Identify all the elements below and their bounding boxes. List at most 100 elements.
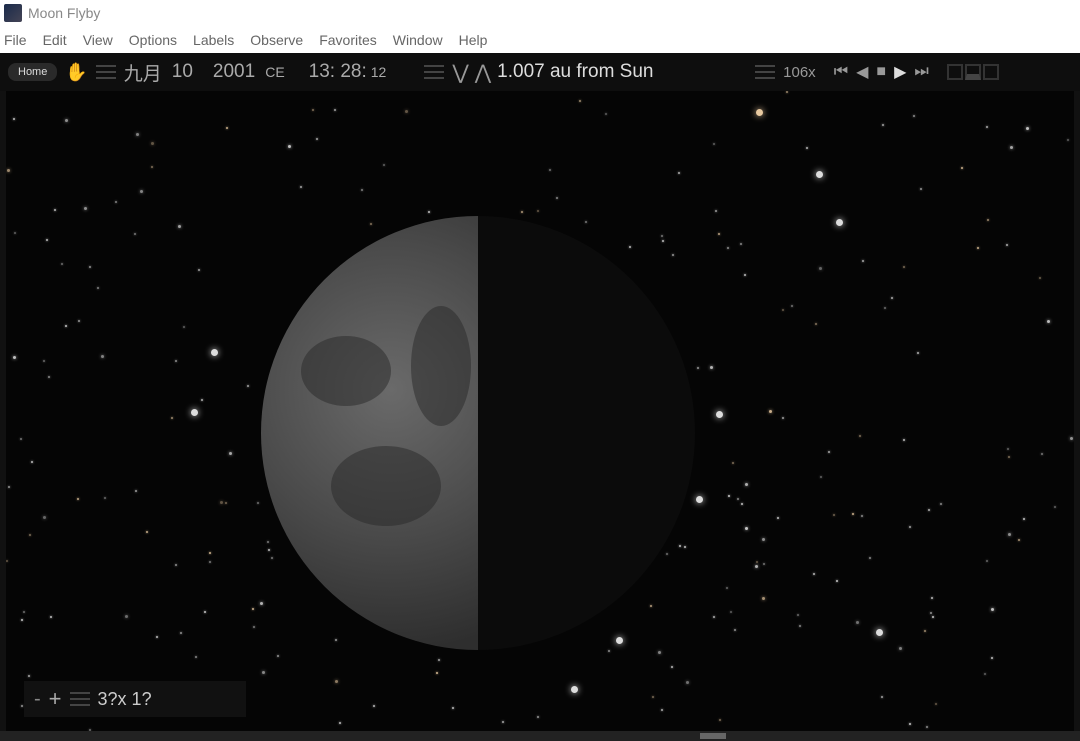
menu-edit[interactable]: Edit bbox=[43, 32, 67, 48]
star bbox=[77, 320, 80, 323]
menu-file[interactable]: File bbox=[4, 32, 27, 48]
star bbox=[225, 502, 228, 505]
layout-icon[interactable] bbox=[946, 64, 999, 80]
star bbox=[501, 721, 504, 724]
rate-menu-icon[interactable] bbox=[755, 65, 776, 79]
scrollbar-thumb[interactable] bbox=[700, 733, 726, 739]
star bbox=[30, 460, 33, 463]
star bbox=[814, 322, 817, 325]
horizontal-scrollbar[interactable] bbox=[0, 731, 1080, 741]
star bbox=[1025, 127, 1029, 131]
star bbox=[20, 437, 22, 440]
year[interactable]: 2001 bbox=[213, 61, 255, 83]
zoom-menu-icon[interactable] bbox=[69, 692, 90, 706]
star bbox=[174, 563, 177, 566]
hand-icon[interactable]: ✋ bbox=[65, 62, 87, 83]
stop-icon[interactable]: ■ bbox=[876, 63, 886, 81]
era[interactable]: CE bbox=[265, 64, 284, 80]
moon[interactable] bbox=[261, 216, 695, 650]
skip-forward-icon[interactable]: ⏭ bbox=[914, 63, 928, 81]
time-rate[interactable]: 106x bbox=[783, 64, 816, 81]
star bbox=[360, 188, 363, 191]
star bbox=[96, 286, 99, 289]
star bbox=[23, 610, 26, 613]
time-seconds[interactable]: 12 bbox=[371, 64, 387, 80]
menu-window[interactable]: Window bbox=[393, 32, 443, 48]
star bbox=[798, 624, 801, 627]
star bbox=[145, 531, 148, 534]
time-menu-icon[interactable] bbox=[95, 65, 116, 79]
star bbox=[986, 218, 989, 221]
star bbox=[21, 619, 24, 622]
reverse-icon[interactable]: ◀ bbox=[856, 62, 868, 82]
star bbox=[781, 308, 784, 311]
star bbox=[175, 360, 178, 363]
skip-back-icon[interactable]: ⏮ bbox=[834, 63, 848, 81]
star bbox=[140, 190, 144, 194]
star bbox=[6, 559, 9, 562]
star bbox=[869, 556, 872, 559]
month[interactable]: 九月 bbox=[124, 59, 162, 86]
star bbox=[7, 485, 10, 488]
sky-view[interactable]: - + 3?x 1? bbox=[6, 91, 1074, 731]
menu-labels[interactable]: Labels bbox=[193, 32, 234, 48]
star bbox=[1010, 146, 1014, 150]
star bbox=[734, 629, 737, 632]
target-menu-icon[interactable] bbox=[424, 65, 445, 79]
window-title: Moon Flyby bbox=[28, 5, 101, 21]
star bbox=[818, 267, 822, 271]
star bbox=[762, 563, 765, 566]
star bbox=[1040, 452, 1043, 455]
star bbox=[761, 597, 765, 601]
star bbox=[134, 490, 137, 493]
menu-options[interactable]: Options bbox=[129, 32, 177, 48]
star bbox=[678, 545, 681, 548]
star bbox=[520, 210, 523, 213]
star bbox=[976, 247, 979, 250]
menu-observe[interactable]: Observe bbox=[250, 32, 303, 48]
star bbox=[247, 385, 250, 388]
star bbox=[776, 516, 779, 519]
star bbox=[927, 508, 930, 511]
star bbox=[1069, 437, 1073, 441]
star bbox=[42, 516, 46, 520]
star bbox=[836, 579, 839, 582]
star bbox=[710, 365, 714, 369]
menu-favorites[interactable]: Favorites bbox=[319, 32, 377, 48]
star bbox=[60, 262, 63, 265]
star bbox=[46, 239, 49, 242]
star bbox=[909, 526, 912, 529]
zoom-out-button[interactable]: - bbox=[34, 688, 41, 711]
star bbox=[1039, 276, 1041, 279]
star bbox=[311, 109, 314, 112]
chevron-down-icon[interactable]: ⋁ bbox=[452, 60, 468, 85]
menu-view[interactable]: View bbox=[83, 32, 113, 48]
star bbox=[836, 219, 843, 226]
star bbox=[607, 650, 610, 653]
star bbox=[13, 231, 16, 234]
star bbox=[985, 126, 988, 129]
star bbox=[211, 349, 218, 356]
star bbox=[819, 475, 822, 478]
star bbox=[713, 616, 716, 619]
menu-help[interactable]: Help bbox=[459, 32, 488, 48]
star bbox=[919, 188, 922, 191]
star bbox=[880, 695, 883, 698]
star bbox=[725, 586, 728, 589]
time-hm[interactable]: 13: 28: bbox=[309, 61, 367, 83]
star bbox=[762, 537, 766, 541]
day[interactable]: 10 bbox=[172, 61, 193, 83]
menu-bar: File Edit View Options Labels Observe Fa… bbox=[0, 28, 499, 52]
star bbox=[940, 503, 943, 506]
star bbox=[27, 675, 30, 678]
star bbox=[768, 409, 772, 413]
star bbox=[225, 126, 228, 129]
home-button[interactable]: Home bbox=[8, 63, 58, 81]
app-icon bbox=[4, 4, 22, 22]
star bbox=[103, 496, 106, 499]
zoom-in-button[interactable]: + bbox=[49, 686, 62, 712]
star bbox=[209, 551, 212, 554]
play-icon[interactable]: ▶ bbox=[894, 62, 906, 82]
chevron-up-icon[interactable]: ⋀ bbox=[475, 60, 491, 85]
star bbox=[315, 137, 318, 140]
